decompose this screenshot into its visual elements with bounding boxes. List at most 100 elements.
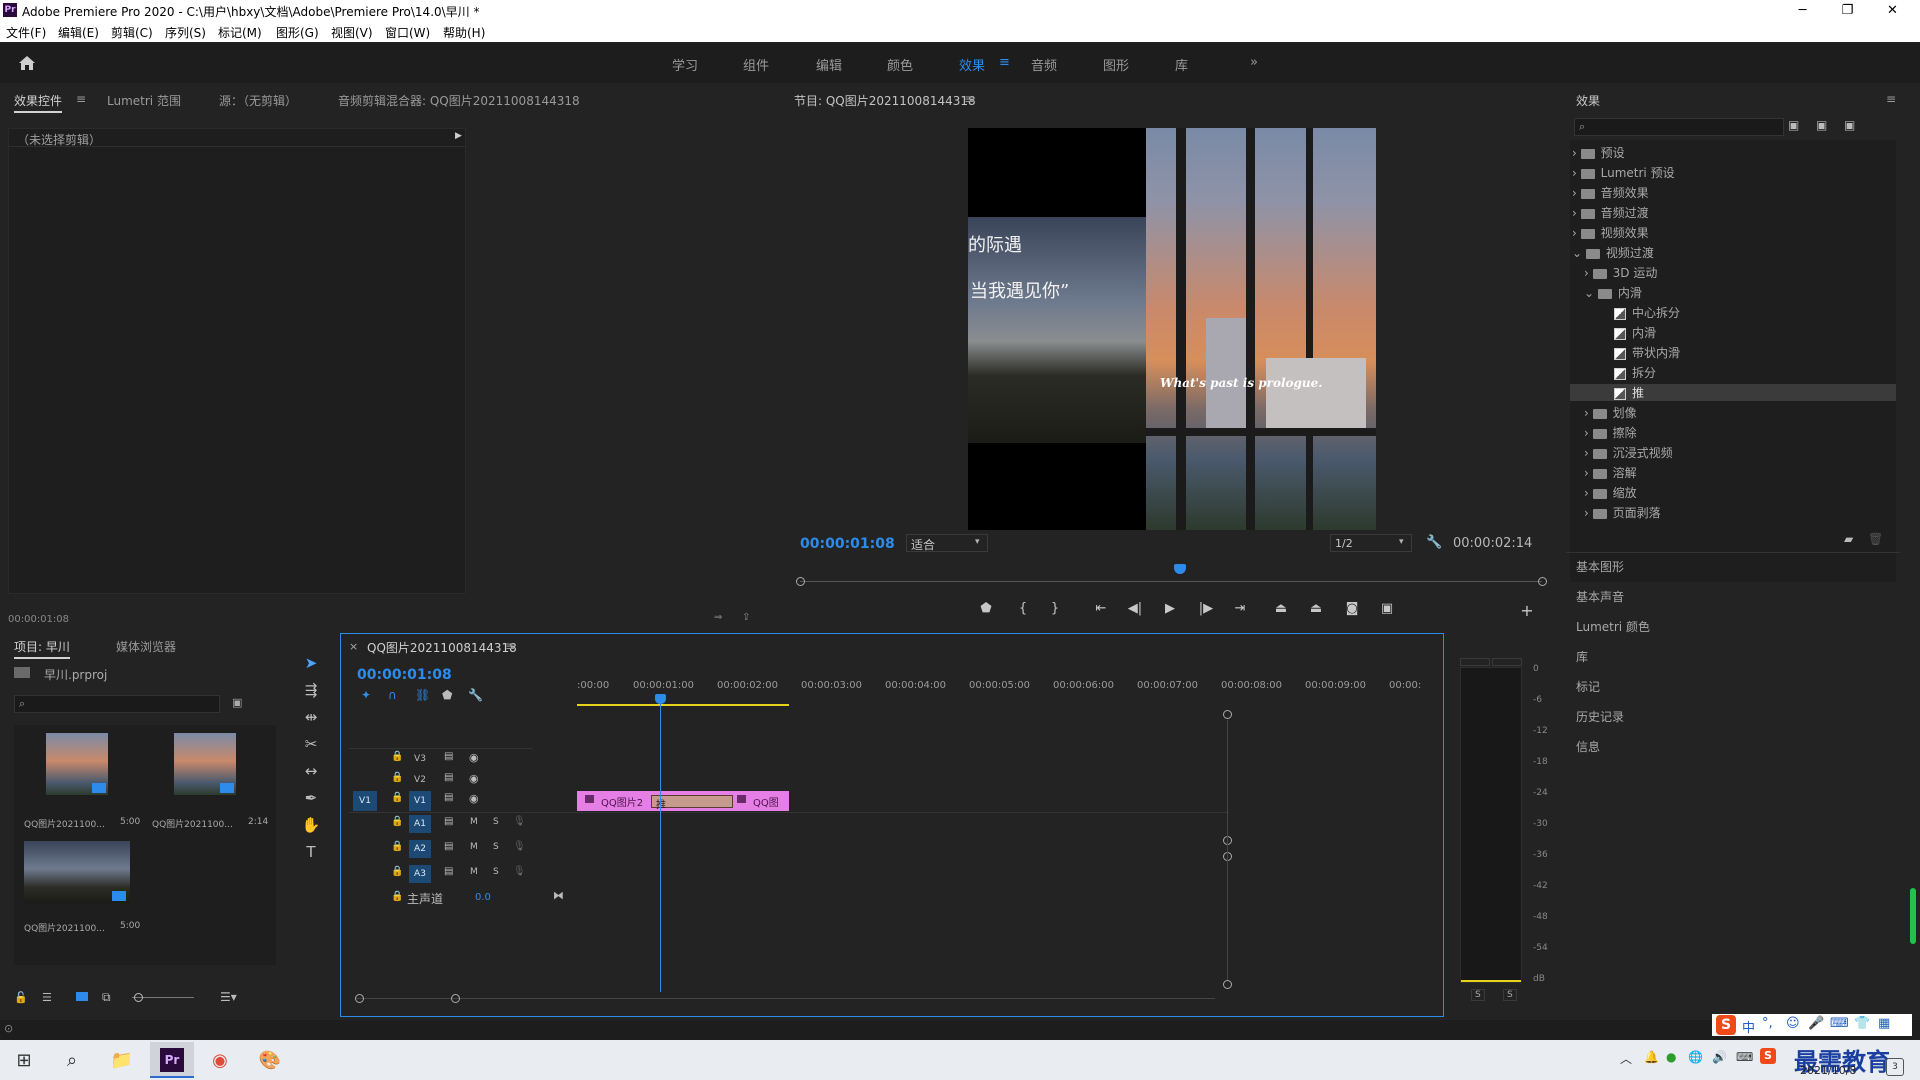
solo-right-button[interactable]: S [1503,989,1517,1001]
menu-marker[interactable]: 标记(M) [218,24,262,41]
chrome-icon[interactable]: ◉ [200,1046,240,1076]
tree-folder-immersive-video[interactable]: › 沉浸式视频 [1584,444,1673,462]
filter-icon[interactable]: ⇒ [714,612,722,623]
menu-sequence[interactable]: 序列(S) [165,24,206,41]
menu-file[interactable]: 文件(F) [6,24,46,41]
windows-start-icon[interactable]: ⊞ [4,1046,44,1076]
ime-menu-icon[interactable]: ▦ [1878,1016,1890,1031]
mute-button[interactable]: M [470,842,478,852]
tree-folder-dissolve[interactable]: › 溶解 [1584,464,1637,482]
search-icon[interactable]: ⌕ [52,1046,92,1076]
timeline-timecode[interactable]: 00:00:01:08 [357,667,452,683]
lock-icon[interactable]: 🔒 [391,841,403,852]
timeline-playhead[interactable] [655,694,666,704]
tree-folder-audio-transitions[interactable]: › 音频过渡 [1572,204,1649,222]
icon-view-icon[interactable] [76,992,88,1001]
effects-search-input[interactable]: ⌕ [1574,118,1784,136]
sequence-tab[interactable]: QQ图片20211008144318 [367,639,517,656]
zoom-slider-handle[interactable] [134,993,143,1002]
tray-expand-icon[interactable]: ︿ [1620,1050,1632,1067]
horizontal-scrollbar[interactable] [355,998,1215,999]
go-to-in-icon[interactable]: ⇤ [1090,601,1112,616]
program-timecode[interactable]: 00:00:01:08 [800,536,895,552]
menu-edit[interactable]: 编辑(E) [58,24,99,41]
volume-icon[interactable]: 🔊 [1712,1050,1727,1064]
expand-arrow-icon[interactable]: ▶ [455,131,462,141]
video-scroll-handle[interactable] [1223,710,1232,719]
tab-lumetri-scopes[interactable]: Lumetri 范围 [107,92,181,109]
go-to-end-icon[interactable]: ⧓ [553,889,564,902]
hscroll-start-handle[interactable] [355,994,364,1003]
scrubber-start-handle[interactable] [796,577,805,586]
tree-folder-wipe[interactable]: › 擦除 [1584,424,1637,442]
workspace-color[interactable]: 颜色 [887,55,913,74]
wrench-icon[interactable]: 🔧 [1426,535,1442,550]
section-essential-graphics[interactable]: 基本图形 [1576,558,1624,575]
menu-view[interactable]: 视图(V) [331,24,373,41]
snap-icon[interactable]: ∩ [388,688,397,702]
tab-effect-controls[interactable]: 效果控件 [14,92,63,113]
tab-audio-clip-mixer[interactable]: 音频剪辑混合器: QQ图片20211008144318 [338,92,580,109]
workspace-libraries[interactable]: 库 [1175,55,1188,74]
fit-dropdown[interactable]: 适合 ▾ [906,534,988,552]
sync-lock-icon[interactable]: ▤ [444,772,453,783]
linked-selection-icon[interactable]: ⛓ [415,688,430,702]
track-a2-label[interactable]: A2 [409,840,431,858]
tree-effect-center-split[interactable]: 中心拆分 [1614,304,1680,322]
go-to-out-icon[interactable]: ⇥ [1229,601,1251,616]
tree-folder-presets[interactable]: › 预设 [1572,144,1625,162]
maximize-button[interactable]: ❐ [1825,0,1870,21]
project-item[interactable]: QQ图片2021100... 5:00 [18,839,142,945]
close-sequence-icon[interactable]: × [349,640,358,653]
network-icon[interactable]: 🌐 [1688,1050,1703,1064]
project-item[interactable]: QQ图片2021100... 2:14 [146,729,270,835]
eye-icon[interactable]: ◉ [469,772,479,785]
effects-menu-icon[interactable]: ≡ [1886,92,1896,106]
new-bin-icon[interactable]: ▰ [1844,532,1853,546]
tree-folder-slide[interactable]: ⌄ 内滑 [1584,284,1642,302]
track-select-tool-icon[interactable]: ⇶ [300,679,322,701]
tree-folder-zoom[interactable]: › 缩放 [1584,484,1637,502]
add-marker-icon[interactable]: ⬟ [975,601,997,616]
accelerated-effects-icon[interactable]: ▣ [1788,118,1799,132]
sequence-menu-icon[interactable]: ≡ [505,639,515,653]
project-search-input[interactable]: ⌕ [14,695,220,713]
32bit-effects-icon[interactable]: ▣ [1816,118,1827,132]
lock-icon[interactable]: 🔒 [391,891,403,902]
workspace-graphics[interactable]: 图形 [1103,55,1129,74]
source-patch-v1[interactable]: V1 [353,791,377,811]
mute-button[interactable]: M [470,817,478,827]
sogou-logo-icon[interactable]: S [1716,1015,1736,1035]
sync-lock-icon[interactable]: ▤ [444,841,453,852]
slip-tool-icon[interactable]: ↔ [300,760,322,782]
export-icon[interactable]: ⇪ [742,612,750,623]
tree-effect-slide[interactable]: 内滑 [1614,324,1656,342]
pen-tool-icon[interactable]: ✒ [300,787,322,809]
program-video-frame[interactable]: 的际遇 当我遇见你” What's past is prologue. [968,128,1376,530]
workspace-learn[interactable]: 学习 [672,55,698,74]
lock-icon[interactable]: 🔒 [391,751,403,762]
sort-icon[interactable]: ☰▾ [220,990,237,1004]
track-v1-label[interactable]: V1 [409,791,431,811]
mic-icon[interactable]: 🎙 [513,816,526,827]
sync-lock-icon[interactable]: ▤ [444,751,453,762]
export-frame-icon[interactable]: ◙ [1341,601,1363,616]
hand-tool-icon[interactable]: ✋ [300,814,322,836]
track-a1-label[interactable]: A1 [409,815,431,833]
freeform-view-icon[interactable]: ⧉ [102,990,111,1005]
ime-punct-icon[interactable]: °, [1762,1016,1773,1031]
lock-icon[interactable]: 🔓 [14,991,28,1004]
step-back-icon[interactable]: ◀| [1124,601,1146,616]
play-icon[interactable]: ▶ [1159,601,1181,616]
nest-icon[interactable]: ✦ [361,688,371,702]
new-bin-icon[interactable]: ▣ [232,696,242,709]
mic-icon[interactable]: 🎙 [513,866,526,877]
section-info[interactable]: 信息 [1576,738,1600,755]
solo-left-button[interactable]: S [1471,989,1485,1001]
lock-icon[interactable]: 🔒 [391,772,403,783]
type-tool-icon[interactable]: T [300,841,322,863]
tab-media-browser[interactable]: 媒体浏览器 [116,638,176,655]
lock-icon[interactable]: 🔒 [391,792,403,803]
lock-icon[interactable]: 🔒 [391,866,403,877]
tree-folder-iris[interactable]: › 划像 [1584,404,1637,422]
